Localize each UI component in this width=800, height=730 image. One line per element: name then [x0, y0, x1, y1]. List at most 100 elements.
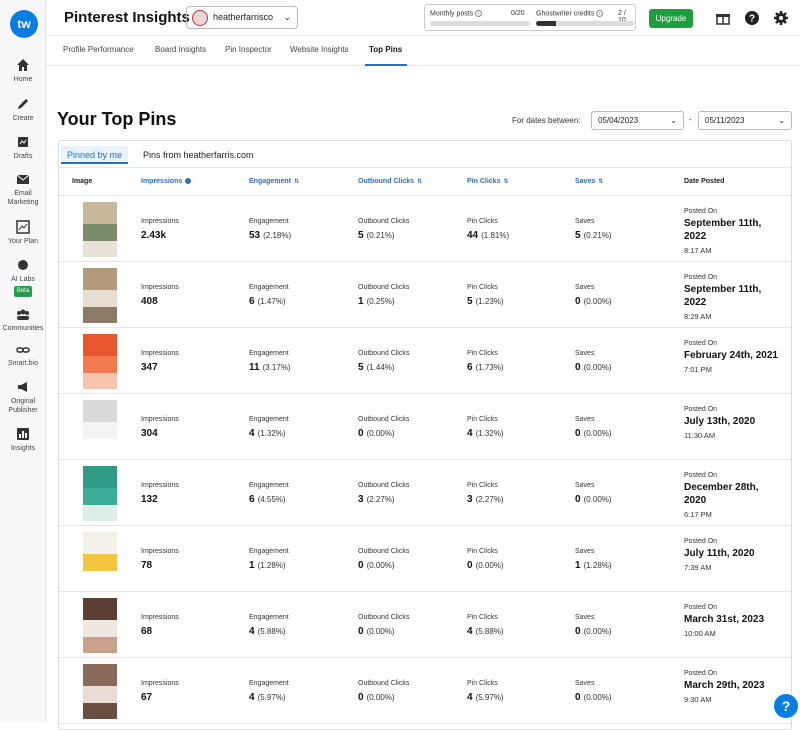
account-selector[interactable]: heatherfarrisco ⌄: [186, 6, 298, 29]
metric-label: Saves: [575, 614, 595, 621]
metric-cell: Saves 1 (1.28%): [575, 548, 612, 573]
sidebar-item-home[interactable]: Home: [0, 58, 46, 84]
tab-top-pins[interactable]: Top Pins: [369, 45, 402, 54]
metric-value: 0: [467, 560, 473, 571]
metric-label: Saves: [575, 350, 595, 357]
ghostwriter-bar-fill: [536, 21, 556, 26]
tailwind-logo[interactable]: tw: [10, 10, 38, 38]
sidebar-item-ai-labs[interactable]: AI Labs Beta: [0, 258, 46, 297]
metric-cell: Pin Clicks 4 (1.32%): [467, 416, 504, 441]
tab-pin-inspector[interactable]: Pin Inspector: [225, 45, 272, 54]
metric-label: Saves: [575, 284, 595, 291]
sidebar-item-original-publisher[interactable]: Original Publisher: [0, 380, 46, 415]
column-header-label: Saves: [575, 178, 596, 185]
pin-thumbnail[interactable]: [83, 334, 117, 389]
table-row[interactable]: Impressions 67 Engagement 4 (5.97%) Outbo…: [59, 658, 791, 724]
metric-percent: (0.21%): [583, 231, 612, 240]
metric-label: Impressions: [141, 350, 179, 357]
info-icon[interactable]: i: [596, 10, 604, 17]
metric-label: Saves: [575, 680, 595, 687]
metric-label: Engagement: [249, 482, 289, 489]
metric-cell: Saves 0 (0.00%): [575, 482, 612, 507]
table-row[interactable]: Impressions 408 Engagement 6 (1.47%) Outb…: [59, 262, 791, 328]
table-row[interactable]: Impressions 68 Engagement 4 (5.88%) Outbo…: [59, 592, 791, 658]
metric-cell: Saves 0 (0.00%): [575, 416, 612, 441]
metric-percent: (1.73%): [475, 363, 504, 372]
date-to-select[interactable]: 05/11/2023 ⌄: [698, 111, 792, 130]
metric-value: 5: [358, 230, 364, 241]
pin-thumbnail[interactable]: [83, 268, 117, 323]
posted-time: 8:17 AM: [684, 246, 712, 255]
table-row[interactable]: Impressions 78 Engagement 1 (1.28%) Outbo…: [59, 526, 791, 592]
posted-label: Posted On: [684, 406, 718, 413]
date-posted-cell: Posted On July 13th, 2020 11:30 AM: [684, 406, 755, 440]
sidebar-item-smart-bio[interactable]: Smart.bio: [0, 344, 46, 368]
drafts-icon: [18, 137, 28, 147]
tab-profile-performance[interactable]: Profile Performance: [63, 45, 134, 54]
column-header-impressions[interactable]: Impressions: [141, 178, 192, 185]
posted-date-line: July 11th, 2020: [684, 548, 755, 559]
info-icon[interactable]: i: [475, 10, 483, 17]
metric-cell: Impressions 78: [141, 548, 179, 573]
table-row[interactable]: Impressions 347 Engagement 11 (3.17%) Out…: [59, 328, 791, 394]
insights-tabs: Profile Performance Board Insights Pin I…: [46, 36, 800, 66]
posted-date-line: December 28th,: [684, 482, 759, 493]
sidebar-item-communities[interactable]: Communities: [0, 309, 46, 333]
metric-percent: (0.00%): [366, 627, 395, 636]
metric-label: Engagement: [249, 614, 289, 621]
date-to-value: 05/11/2023: [705, 116, 745, 125]
column-header-outbound-clicks[interactable]: Outbound Clicks ⇅: [358, 178, 422, 185]
gift-icon[interactable]: [715, 10, 731, 26]
sidebar-item-email-marketing[interactable]: Email Marketing: [0, 174, 46, 207]
column-header-engagement[interactable]: Engagement ⇅: [249, 178, 299, 185]
metric-value: 0: [575, 296, 581, 307]
communities-icon: [17, 309, 29, 320]
metric-value: 5: [467, 296, 473, 307]
metric-label: Impressions: [141, 218, 179, 225]
metric-percent: (0.00%): [366, 429, 395, 438]
metric-percent: (1.44%): [366, 363, 395, 372]
email-icon: [16, 174, 30, 184]
sidebar-item-your-plan[interactable]: Your Plan: [0, 220, 46, 246]
gear-icon[interactable]: [773, 10, 789, 26]
date-posted-cell: Posted On March 29th, 2023 9:30 AM: [684, 670, 765, 704]
tab-board-insights[interactable]: Board Insights: [155, 45, 206, 54]
metric-percent: (0.00%): [583, 363, 612, 372]
tab-website-insights[interactable]: Website Insights: [290, 45, 349, 54]
sidebar-item-create[interactable]: Create: [0, 97, 46, 123]
sort-icon: ⇅: [503, 179, 509, 185]
help-circle-icon[interactable]: ?: [744, 10, 760, 26]
metric-cell: Engagement 4 (5.88%): [249, 614, 289, 639]
table-row[interactable]: Impressions 2.43k Engagement 53 (2.18%) O…: [59, 196, 791, 262]
posted-date-line: 2020: [684, 495, 707, 506]
metric-cell: Pin Clicks 6 (1.73%): [467, 350, 504, 375]
pin-thumbnail[interactable]: [83, 400, 117, 455]
pin-thumbnail[interactable]: [83, 664, 117, 719]
table-row[interactable]: Impressions 132 Engagement 6 (4.55%) Outb…: [59, 460, 791, 526]
column-header-saves[interactable]: Saves ⇅: [575, 178, 603, 185]
date-from-select[interactable]: 05/04/2023 ⌄: [591, 111, 684, 130]
table-row[interactable]: Impressions 304 Engagement 4 (1.32%) Outb…: [59, 394, 791, 460]
pin-thumbnail[interactable]: [83, 598, 117, 653]
pin-thumbnail[interactable]: [83, 202, 117, 257]
column-header-pin-clicks[interactable]: Pin Clicks ⇅: [467, 178, 509, 185]
chevron-down-icon: ⌄: [283, 12, 291, 22]
sidebar-item-drafts[interactable]: Drafts: [0, 135, 46, 161]
tab-pinned-by-me[interactable]: Pinned by me: [61, 146, 129, 164]
upgrade-button[interactable]: Upgrade: [649, 9, 693, 28]
metric-label: Pin Clicks: [467, 482, 498, 489]
posted-time: 9:30 AM: [684, 695, 712, 704]
help-chat-button[interactable]: ?: [774, 694, 798, 718]
tab-pins-from-site[interactable]: Pins from heatherfarris.com: [137, 146, 260, 164]
metric-percent: (0.00%): [583, 627, 612, 636]
posted-label: Posted On: [684, 472, 718, 479]
metric-cell: Outbound Clicks 0 (0.00%): [358, 416, 409, 441]
metric-label: Pin Clicks: [467, 350, 498, 357]
metric-label: Saves: [575, 482, 595, 489]
pin-thumbnail[interactable]: [83, 466, 117, 521]
pin-thumbnail[interactable]: [83, 532, 117, 587]
sidebar-item-insights[interactable]: Insights: [0, 427, 46, 453]
sidebar-item-label: Your Plan: [7, 238, 39, 245]
metric-value: 0: [358, 692, 364, 703]
sidebar-item-label: Smart.bio: [8, 360, 38, 367]
